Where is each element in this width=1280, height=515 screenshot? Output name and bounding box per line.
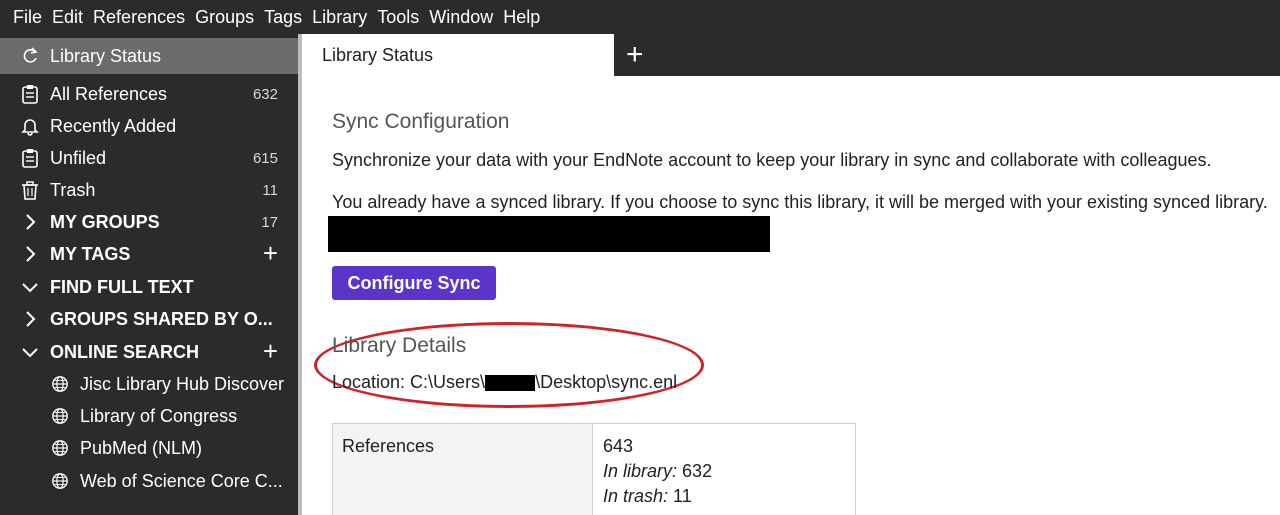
menu-window[interactable]: Window — [429, 7, 493, 28]
menu-groups[interactable]: Groups — [195, 7, 254, 28]
trash-icon — [20, 180, 40, 200]
sidebar-group-my-groups[interactable]: MY GROUPS 17 — [0, 206, 298, 238]
count-badge: 615 — [252, 149, 278, 167]
sidebar-item-label: Trash — [50, 179, 96, 200]
chevron-right-icon — [20, 309, 40, 329]
sidebar-item-recently-added[interactable]: Recently Added — [0, 110, 298, 142]
sidebar-group-groups-shared[interactable]: GROUPS SHARED BY O... — [0, 303, 298, 335]
in-trash-value: 11 — [673, 486, 692, 506]
menu-tags[interactable]: Tags — [264, 7, 302, 28]
menu-tools[interactable]: Tools — [377, 7, 419, 28]
in-trash-label: In trash: — [603, 486, 669, 506]
clipboard-icon — [20, 84, 40, 104]
globe-icon — [50, 438, 70, 458]
table-label-references: References — [342, 436, 435, 456]
count-badge: 632 — [252, 85, 278, 103]
sidebar-item-label: Library of Congress — [80, 405, 238, 426]
sidebar-group-label: GROUPS SHARED BY O... — [50, 308, 273, 329]
add-tag-button[interactable]: + — [263, 240, 278, 266]
menu-help[interactable]: Help — [503, 7, 540, 28]
sidebar-group-label: FIND FULL TEXT — [50, 276, 194, 297]
location-suffix: \Desktop\sync.enl — [535, 372, 678, 392]
sidebar-group-label: MY GROUPS — [50, 211, 160, 232]
chevron-right-icon — [20, 244, 40, 264]
sidebar-item-library-of-congress[interactable]: Library of Congress — [0, 400, 298, 432]
library-details-heading: Library Details — [332, 334, 467, 357]
sidebar-item-label: All References — [50, 83, 168, 104]
redacted-block — [328, 216, 770, 252]
menu-library[interactable]: Library — [312, 7, 367, 28]
menu-bar: File Edit References Groups Tags Library… — [0, 0, 1280, 34]
sidebar: Library Status All References 632 Recent… — [0, 34, 298, 515]
sidebar-item-web-of-science[interactable]: Web of Science Core C... — [0, 465, 298, 497]
sidebar-item-label: Jisc Library Hub Discover — [80, 373, 285, 394]
chevron-down-icon — [20, 342, 40, 362]
menu-references[interactable]: References — [93, 7, 185, 28]
configure-sync-button[interactable]: Configure Sync — [332, 266, 496, 300]
sync-merge-notice: You already have a synced library. If yo… — [332, 192, 1268, 212]
count-badge: 11 — [262, 181, 278, 199]
sync-configuration-heading: Sync Configuration — [332, 110, 510, 133]
sidebar-group-label: MY TAGS — [50, 243, 131, 264]
sidebar-group-label: ONLINE SEARCH — [50, 341, 200, 362]
sync-description: Synchronize your data with your EndNote … — [332, 150, 1212, 170]
clipboard-icon — [20, 148, 40, 168]
sync-icon — [20, 46, 40, 66]
location-prefix: Location: C:\Users\ — [332, 372, 486, 392]
in-library-value: 632 — [682, 461, 713, 481]
sidebar-group-my-tags[interactable]: MY TAGS + — [0, 238, 298, 270]
sidebar-item-trash[interactable]: Trash 11 — [0, 174, 298, 206]
menu-file[interactable]: File — [13, 7, 42, 28]
in-library-label: In library: — [603, 461, 678, 481]
globe-icon — [50, 374, 70, 394]
references-total: 643 — [603, 436, 634, 456]
sidebar-item-label: Library Status — [50, 45, 162, 66]
chevron-down-icon — [20, 277, 40, 297]
sidebar-item-label: Recently Added — [50, 115, 177, 136]
count-badge: 17 — [261, 213, 278, 231]
chevron-right-icon — [20, 212, 40, 232]
sidebar-item-unfiled[interactable]: Unfiled 615 — [0, 142, 298, 174]
add-online-search-button[interactable]: + — [263, 338, 278, 364]
tab-label: Library Status — [322, 45, 434, 65]
sidebar-group-online-search[interactable]: ONLINE SEARCH + — [0, 336, 298, 368]
menu-edit[interactable]: Edit — [52, 7, 83, 28]
globe-icon — [50, 406, 70, 426]
sidebar-item-label: Web of Science Core C... — [80, 470, 283, 491]
sidebar-item-label: Unfiled — [50, 147, 107, 168]
sidebar-item-all-references[interactable]: All References 632 — [0, 78, 298, 110]
sidebar-item-jisc[interactable]: Jisc Library Hub Discover — [0, 368, 298, 400]
library-location: Location: C:\Users\ \Desktop\sync.enl — [332, 372, 677, 393]
globe-icon — [50, 471, 70, 491]
bell-icon — [20, 116, 40, 136]
sidebar-group-find-full-text[interactable]: FIND FULL TEXT — [0, 271, 298, 303]
references-in-trash: In trash: 11 — [603, 486, 692, 507]
sidebar-item-label: PubMed (NLM) — [80, 437, 203, 458]
sidebar-item-pubmed[interactable]: PubMed (NLM) — [0, 432, 298, 464]
sidebar-item-library-status[interactable]: Library Status — [0, 38, 298, 74]
redacted-username — [485, 375, 536, 392]
references-in-library: In library: 632 — [603, 461, 712, 482]
add-tab-button[interactable]: + — [626, 40, 644, 70]
